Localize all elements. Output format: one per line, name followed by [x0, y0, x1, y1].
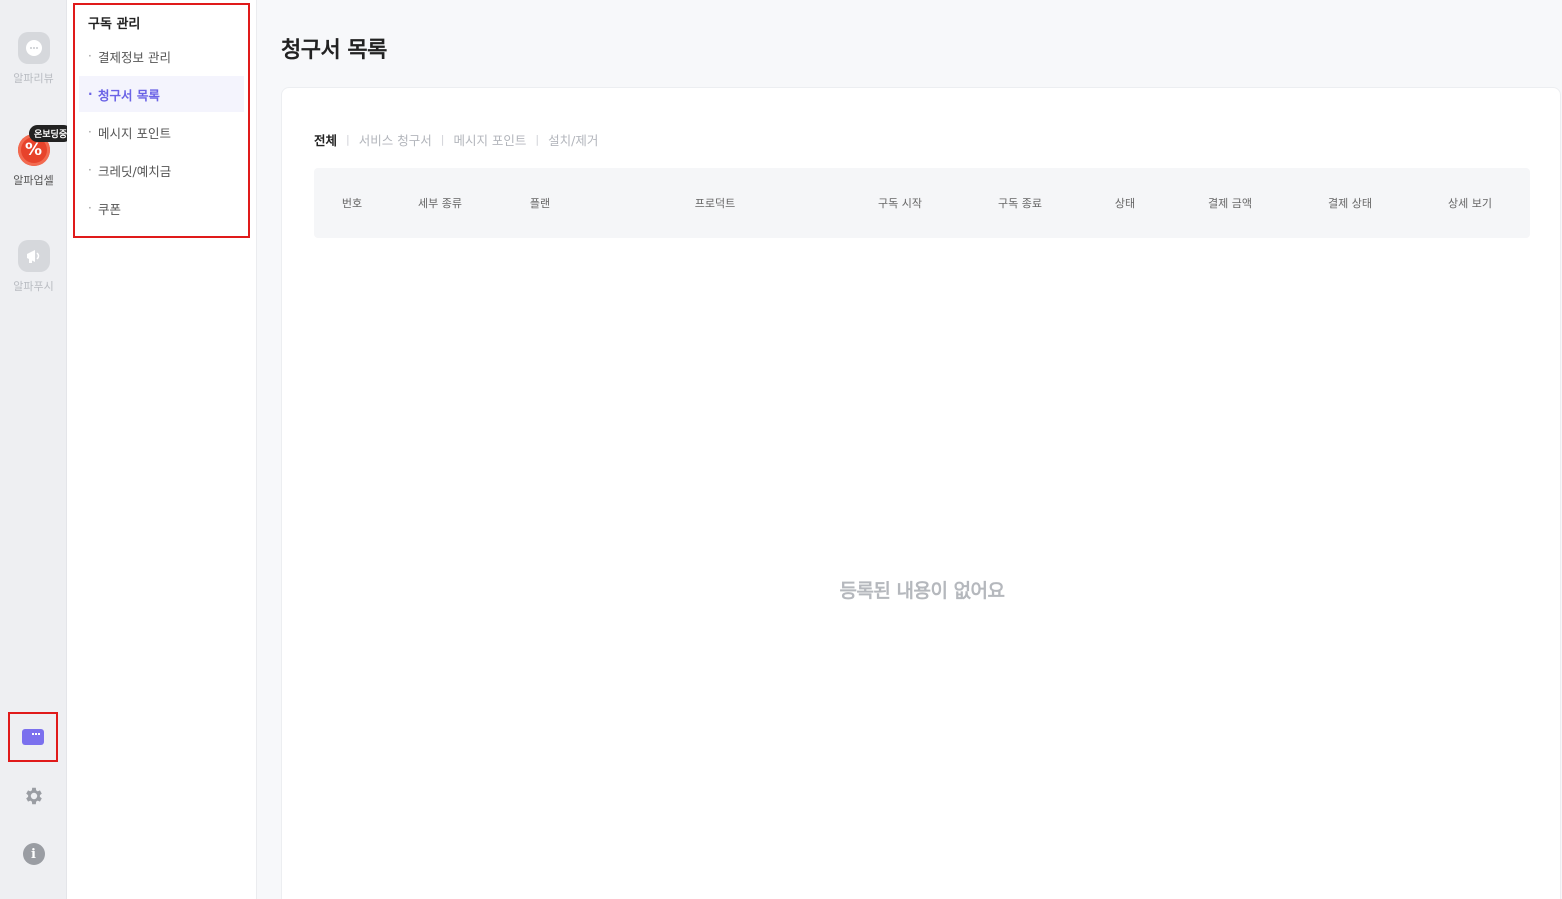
billing-button[interactable]	[8, 712, 58, 762]
rail-item-alpha-push[interactable]: 알파푸시	[0, 240, 67, 294]
column-header-amount: 결제 금액	[1208, 197, 1252, 210]
rail-label-review: 알파리뷰	[13, 72, 54, 85]
submenu-item-credit-deposit[interactable]: · 크레딧/예치금	[79, 152, 244, 188]
tab-message-points[interactable]: 메시지 포인트	[453, 130, 526, 149]
column-header-start: 구독 시작	[878, 197, 922, 210]
submenu-item-label: 크레딧/예치금	[98, 163, 172, 179]
tab-service-invoice[interactable]: 서비스 청구서	[359, 130, 432, 149]
submenu-title: 구독 관리	[88, 17, 141, 32]
megaphone-icon	[17, 240, 50, 272]
submenu-item-label: 청구서 목록	[98, 87, 160, 103]
info-button[interactable]: i	[0, 842, 67, 866]
submenu-item-label: 결제정보 관리	[98, 49, 171, 65]
column-header-detail-type: 세부 종류	[418, 197, 462, 210]
column-header-payment-status: 결제 상태	[1328, 197, 1372, 210]
submenu-item-coupon[interactable]: · 쿠폰	[79, 190, 244, 226]
column-header-end: 구독 종료	[998, 197, 1042, 210]
submenu-item-label: 메시지 포인트	[98, 125, 171, 141]
billing-card-icon	[22, 729, 44, 745]
rail-label-upsell: 알파업셀	[13, 174, 54, 187]
column-header-status: 상태	[1114, 197, 1136, 210]
tab-all[interactable]: 전체	[314, 130, 337, 149]
empty-state-message: 등록된 내용이 없어요	[839, 580, 1005, 602]
rail-item-alpha-review[interactable]: 알파리뷰	[0, 32, 67, 86]
submenu-item-label: 쿠폰	[98, 201, 122, 217]
column-header-details: 상세 보기	[1448, 197, 1492, 210]
submenu-item-message-points[interactable]: · 메시지 포인트	[79, 114, 244, 150]
column-header-number: 번호	[341, 197, 363, 210]
app-rail: 알파리뷰 온보딩중 % 알파업셀 알파푸시 i	[0, 0, 73, 899]
chat-bubble-icon	[17, 32, 50, 64]
onboarding-badge: 온보딩중	[29, 125, 73, 142]
page-title: 청구서 목록	[281, 38, 387, 63]
rail-item-alpha-upsell[interactable]: 온보딩중 % 알파업셀	[0, 125, 73, 188]
table-header: 번호 세부 종류 플랜 프로덕트 구독 시작 구독 종료 상태 결제 금액 결제…	[314, 168, 1530, 238]
subscription-submenu-panel: 구독 관리 · 결제정보 관리 · 청구서 목록 · 메시지 포인트 · 크레딧…	[67, 0, 257, 899]
settings-button[interactable]	[0, 784, 67, 808]
submenu-item-invoice-list[interactable]: · 청구서 목록	[79, 76, 244, 112]
gear-icon	[25, 787, 42, 805]
tab-install-uninstall[interactable]: 설치/제거	[548, 130, 598, 149]
submenu-highlight-box: 구독 관리 · 결제정보 관리 · 청구서 목록 · 메시지 포인트 · 크레딧…	[73, 3, 250, 238]
submenu-item-payment-info[interactable]: · 결제정보 관리	[79, 38, 244, 74]
invoice-filter-tabs: 전체 | 서비스 청구서 | 메시지 포인트 | 설치/제거	[314, 130, 598, 149]
info-icon: i	[22, 843, 45, 865]
column-header-product: 프로덕트	[694, 197, 736, 210]
column-header-plan: 플랜	[529, 197, 551, 210]
rail-label-push: 알파푸시	[13, 280, 54, 293]
invoice-list-card: 전체 | 서비스 청구서 | 메시지 포인트 | 설치/제거 번호 세부 종류 …	[281, 87, 1561, 899]
